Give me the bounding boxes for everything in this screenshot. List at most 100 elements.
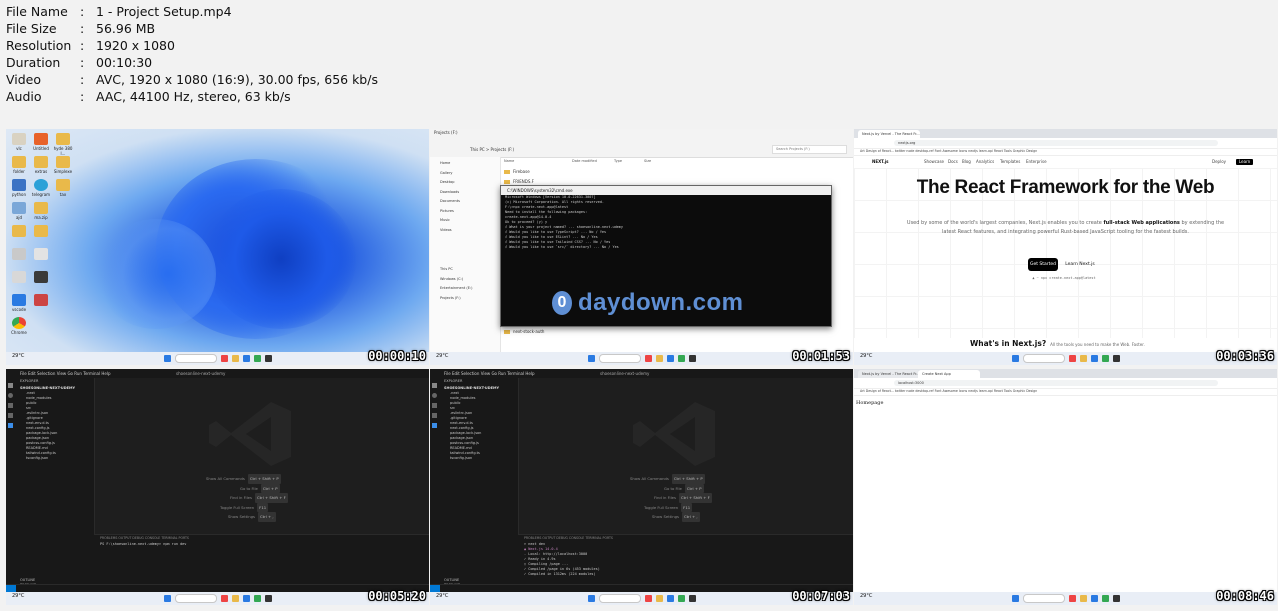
weather-widget[interactable]: 29°C (436, 354, 448, 359)
taskbar-search[interactable] (174, 594, 217, 603)
terminal-line[interactable]: PS F:\shoesonline-next-udemy> npm run de… (94, 542, 429, 547)
nav-link[interactable]: Analytics (976, 156, 994, 168)
taskbar-search[interactable] (1022, 354, 1065, 363)
app-icon[interactable] (1068, 595, 1076, 602)
address-bar[interactable]: localhost:3000 (894, 380, 1218, 386)
chrome-icon[interactable] (1101, 355, 1109, 362)
weather-widget[interactable]: 29°C (12, 354, 24, 359)
search-icon[interactable] (8, 393, 13, 398)
npx-command-snippet[interactable]: ▲ ~ npx create-next-app@latest (1014, 276, 1114, 280)
taskbar-search[interactable] (1022, 594, 1065, 603)
sidebar-item[interactable]: Videos (440, 226, 500, 236)
app-icon[interactable] (220, 595, 228, 602)
shortcut-row[interactable]: Show Settings Ctrl + , (630, 512, 712, 522)
terminal-icon[interactable] (264, 355, 272, 362)
sidebar-item[interactable]: Gallery (440, 169, 500, 179)
run-debug-icon[interactable] (432, 413, 437, 418)
cmd-title-bar[interactable]: C:\WINDOWS\system32\cmd.exe (501, 186, 831, 195)
thumbnail-vscode-devserver[interactable]: File Edit Selection View Go Run Terminal… (430, 369, 853, 605)
terminal-icon[interactable] (1112, 355, 1120, 362)
search-icon[interactable] (432, 393, 437, 398)
app-icon[interactable] (220, 355, 228, 362)
sidebar-item[interactable]: Desktop (440, 178, 500, 188)
sidebar-item[interactable]: Windows (C:) (440, 275, 500, 285)
windows-start-icon[interactable] (163, 595, 171, 602)
file-icon[interactable] (34, 248, 48, 260)
explorer-breadcrumb[interactable]: This PC > Projects (F:) (470, 147, 514, 152)
nav-link[interactable]: Templates (1000, 156, 1020, 168)
vscode-icon[interactable] (242, 355, 250, 362)
sidebar-item[interactable]: Downloads (440, 188, 500, 198)
vscode-icon[interactable] (12, 294, 26, 306)
terminal-icon[interactable] (688, 355, 696, 362)
folder-icon[interactable] (56, 156, 70, 168)
nav-link[interactable]: Blog (962, 156, 971, 168)
vscode-icon[interactable] (666, 355, 674, 362)
vscode-icon[interactable] (1090, 595, 1098, 602)
deploy-button[interactable]: Deploy (1212, 156, 1226, 168)
bookmarks-bar[interactable]: Art Design of React... twitter node desk… (854, 388, 1277, 396)
learn-button[interactable]: Learn (1236, 159, 1254, 165)
app-icon[interactable] (34, 271, 48, 283)
sidebar-item[interactable]: Home (440, 159, 500, 169)
weather-widget[interactable]: 29°C (436, 594, 448, 599)
weather-widget[interactable]: 29°C (12, 594, 24, 599)
vscode-icon[interactable] (242, 595, 250, 602)
windows-start-icon[interactable] (163, 355, 171, 362)
shortcut-row[interactable]: Find in Files Ctrl + Shift + F (630, 493, 712, 503)
explorer-icon[interactable] (432, 383, 437, 388)
file-explorer-icon[interactable] (655, 595, 663, 602)
app-icon[interactable] (34, 294, 48, 306)
tree-item[interactable]: tsconfig.json (440, 456, 518, 461)
address-bar[interactable]: nextjs.org (894, 140, 1218, 146)
shortcut-row[interactable]: Show All Commands Ctrl + Shift + P (630, 474, 712, 484)
chrome-icon[interactable] (1101, 595, 1109, 602)
file-icon[interactable] (12, 202, 26, 214)
taskbar-search[interactable] (598, 354, 641, 363)
source-control-icon[interactable] (8, 403, 13, 408)
file-explorer-icon[interactable] (655, 355, 663, 362)
shortcut-row[interactable]: Toggle Full Screen F11 (206, 502, 288, 512)
sidebar-item[interactable]: Music (440, 216, 500, 226)
source-control-icon[interactable] (432, 403, 437, 408)
windows-start-icon[interactable] (587, 595, 595, 602)
column-header[interactable]: Name (504, 159, 572, 163)
shortcut-row[interactable]: Toggle Full Screen F11 (630, 502, 712, 512)
file-icon[interactable] (12, 133, 26, 145)
extensions-icon[interactable] (8, 423, 13, 428)
thumbnail-explorer[interactable]: Projects (F:) This PC > Projects (F:) Se… (430, 129, 853, 365)
panel-tabs[interactable]: PROBLEMS OUTPUT DEBUG CONSOLE TERMINAL P… (518, 535, 853, 542)
explorer-icon[interactable] (8, 383, 13, 388)
tree-item[interactable]: tsconfig.json (16, 456, 94, 461)
shortcut-row[interactable]: Show Settings Ctrl + , (206, 512, 288, 522)
taskbar-search[interactable] (598, 594, 641, 603)
taskbar-search[interactable] (174, 354, 217, 363)
file-explorer-icon[interactable] (1079, 355, 1087, 362)
folder-icon[interactable] (12, 225, 26, 237)
telegram-icon[interactable] (34, 179, 48, 191)
chrome-icon[interactable] (253, 355, 261, 362)
folder-icon[interactable] (56, 179, 70, 191)
list-item[interactable]: Firebase (504, 169, 843, 176)
terminal-icon[interactable] (688, 595, 696, 602)
sidebar-item[interactable]: Entertainment (E:) (440, 284, 500, 294)
sidebar-item[interactable]: Documents (440, 197, 500, 207)
sidebar-item[interactable]: Pictures (440, 207, 500, 217)
sidebar-item[interactable]: Projects (F:) (440, 294, 500, 304)
chrome-icon[interactable] (677, 355, 685, 362)
nav-link[interactable]: Docs (948, 156, 958, 168)
nav-link[interactable]: Enterprise (1026, 156, 1047, 168)
folder-icon[interactable] (34, 156, 48, 168)
file-explorer-icon[interactable] (231, 595, 239, 602)
bookmarks-bar[interactable]: Art Design of React... twitter node desk… (854, 148, 1277, 156)
thumbnail-vscode-command[interactable]: File Edit Selection View Go Run Terminal… (6, 369, 429, 605)
folder-icon[interactable] (12, 156, 26, 168)
vscode-icon[interactable] (1090, 355, 1098, 362)
nextjs-logo[interactable]: NEXT.js (872, 156, 889, 168)
zip-icon[interactable] (34, 202, 48, 214)
shortcut-row[interactable]: Find in Files Ctrl + Shift + F (206, 493, 288, 503)
app-icon[interactable] (644, 355, 652, 362)
shortcut-row[interactable]: Go to File Ctrl + P (206, 483, 288, 493)
browser-tab-active[interactable]: Create Next App (918, 370, 980, 378)
run-debug-icon[interactable] (8, 413, 13, 418)
